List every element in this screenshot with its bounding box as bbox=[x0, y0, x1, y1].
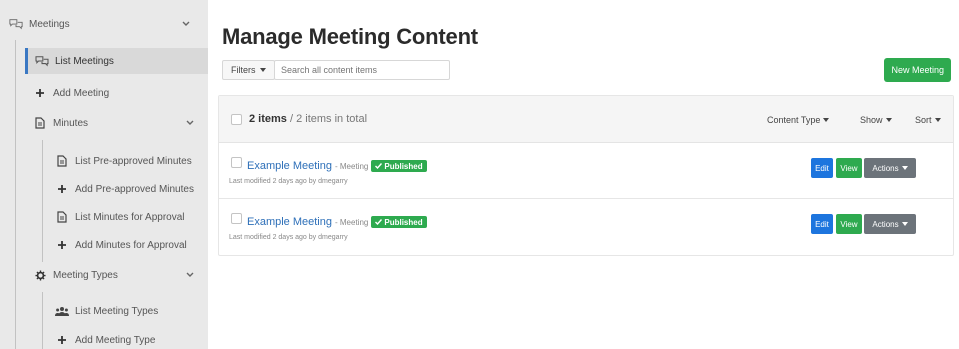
status-badge: Published bbox=[371, 216, 427, 228]
show-label: Show bbox=[860, 115, 883, 125]
sidebar: Meetings List Meetings Add Meeting Minut… bbox=[0, 0, 208, 349]
items-count: 2 items / 2 items in total bbox=[249, 113, 367, 125]
view-button[interactable]: View bbox=[836, 158, 862, 178]
actions-label: Actions bbox=[872, 163, 899, 173]
row-title-line: Example Meeting - Meeting Published bbox=[247, 160, 427, 172]
items-total: / 2 items in total bbox=[286, 113, 368, 125]
sidebar-item-label: Add Meeting bbox=[53, 87, 110, 99]
plus-icon bbox=[55, 333, 69, 347]
actions-dropdown[interactable]: Actions bbox=[864, 158, 916, 178]
new-meeting-button[interactable]: New Meeting bbox=[884, 58, 951, 82]
edit-button[interactable]: Edit bbox=[811, 158, 833, 178]
last-modified-text: Last modified 2 days ago by dmegarry bbox=[229, 178, 348, 185]
content-type-dropdown[interactable]: Content Type bbox=[767, 115, 830, 125]
tree-line bbox=[42, 292, 43, 349]
list-item: Example Meeting - Meeting Published Last… bbox=[219, 143, 953, 200]
caret-down-icon bbox=[885, 118, 892, 122]
status-badge: Published bbox=[371, 160, 427, 172]
check-icon bbox=[375, 219, 383, 225]
sidebar-item-label: Add Minutes for Approval bbox=[75, 239, 187, 251]
last-modified-text: Last modified 2 days ago by dmegarry bbox=[229, 234, 348, 241]
status-badge-label: Published bbox=[384, 217, 423, 227]
sort-label: Sort bbox=[915, 115, 932, 125]
caret-down-icon bbox=[259, 68, 266, 72]
sidebar-item-label: List Meeting Types bbox=[75, 305, 159, 317]
sidebar-item-label: List Minutes for Approval bbox=[75, 211, 185, 223]
content-type-label: Content Type bbox=[767, 115, 821, 125]
actions-label: Actions bbox=[872, 219, 899, 229]
document-icon bbox=[33, 116, 47, 130]
content-type-text: - Meeting bbox=[335, 161, 369, 171]
content-type-text: - Meeting bbox=[335, 217, 369, 227]
row-checkbox[interactable] bbox=[231, 213, 242, 224]
sidebar-item-list-preapproved-minutes[interactable]: List Pre-approved Minutes bbox=[55, 152, 208, 170]
page-title: Manage Meeting Content bbox=[222, 24, 478, 49]
filters-label: Filters bbox=[231, 65, 256, 75]
sidebar-item-label: Add Pre-approved Minutes bbox=[75, 183, 194, 195]
sort-dropdown[interactable]: Sort bbox=[915, 115, 941, 125]
plus-icon bbox=[33, 86, 47, 100]
content-panel: 2 items / 2 items in total Content Type … bbox=[218, 95, 954, 256]
sidebar-item-meetings[interactable]: Meetings bbox=[9, 14, 199, 34]
document-icon bbox=[55, 154, 69, 168]
sidebar-item-label: Meetings bbox=[29, 18, 70, 30]
sidebar-item-list-meeting-types[interactable]: List Meeting Types bbox=[55, 302, 205, 320]
edit-button[interactable]: Edit bbox=[811, 214, 833, 234]
caret-down-icon bbox=[934, 118, 941, 122]
show-dropdown[interactable]: Show bbox=[860, 115, 892, 125]
row-title-line: Example Meeting - Meeting Published bbox=[247, 216, 427, 228]
caret-down-icon bbox=[901, 222, 908, 226]
meeting-title-link[interactable]: Example Meeting bbox=[247, 160, 332, 172]
sidebar-item-add-meeting[interactable]: Add Meeting bbox=[33, 84, 203, 102]
search-input[interactable] bbox=[274, 60, 450, 80]
plus-icon bbox=[55, 238, 69, 252]
sidebar-item-label: List Pre-approved Minutes bbox=[75, 155, 192, 167]
sidebar-item-minutes[interactable]: Minutes bbox=[33, 114, 199, 132]
plus-icon bbox=[55, 182, 69, 196]
row-checkbox[interactable] bbox=[231, 157, 242, 168]
main-content: Manage Meeting Content Filters New Meeti… bbox=[208, 0, 959, 349]
actions-dropdown[interactable]: Actions bbox=[864, 214, 916, 234]
chevron-down-icon bbox=[186, 272, 194, 277]
sidebar-item-label: Minutes bbox=[53, 117, 89, 129]
sidebar-item-add-minutes-for-approval[interactable]: Add Minutes for Approval bbox=[55, 236, 208, 254]
caret-down-icon bbox=[901, 166, 908, 170]
list-item: Example Meeting - Meeting Published Last… bbox=[219, 199, 953, 256]
sidebar-item-label: List Meetings bbox=[55, 55, 114, 67]
document-icon bbox=[55, 210, 69, 224]
filters-dropdown[interactable]: Filters bbox=[222, 60, 275, 80]
chevron-down-icon bbox=[186, 120, 194, 125]
gear-icon bbox=[33, 268, 47, 282]
sidebar-item-list-meetings[interactable]: List Meetings bbox=[25, 48, 208, 74]
chevron-down-icon bbox=[182, 21, 190, 26]
chat-bubbles-icon bbox=[35, 54, 49, 68]
sidebar-item-add-preapproved-minutes[interactable]: Add Pre-approved Minutes bbox=[55, 180, 208, 198]
status-badge-label: Published bbox=[384, 161, 423, 171]
panel-header: 2 items / 2 items in total Content Type … bbox=[219, 96, 953, 143]
sidebar-item-label: Meeting Types bbox=[53, 269, 118, 281]
sidebar-item-meeting-types[interactable]: Meeting Types bbox=[33, 266, 199, 284]
sidebar-item-add-meeting-type[interactable]: Add Meeting Type bbox=[55, 331, 205, 349]
sidebar-item-list-minutes-for-approval[interactable]: List Minutes for Approval bbox=[55, 208, 208, 226]
users-icon bbox=[55, 304, 69, 318]
check-icon bbox=[375, 163, 383, 169]
tree-line bbox=[42, 140, 43, 262]
tree-line bbox=[15, 40, 16, 349]
view-button[interactable]: View bbox=[836, 214, 862, 234]
select-all-checkbox[interactable] bbox=[231, 114, 242, 125]
meeting-title-link[interactable]: Example Meeting bbox=[247, 216, 332, 228]
caret-down-icon bbox=[823, 118, 830, 122]
chat-bubbles-icon bbox=[9, 17, 23, 31]
sidebar-item-label: Add Meeting Type bbox=[75, 334, 156, 346]
items-count-bold: 2 items bbox=[249, 113, 287, 125]
